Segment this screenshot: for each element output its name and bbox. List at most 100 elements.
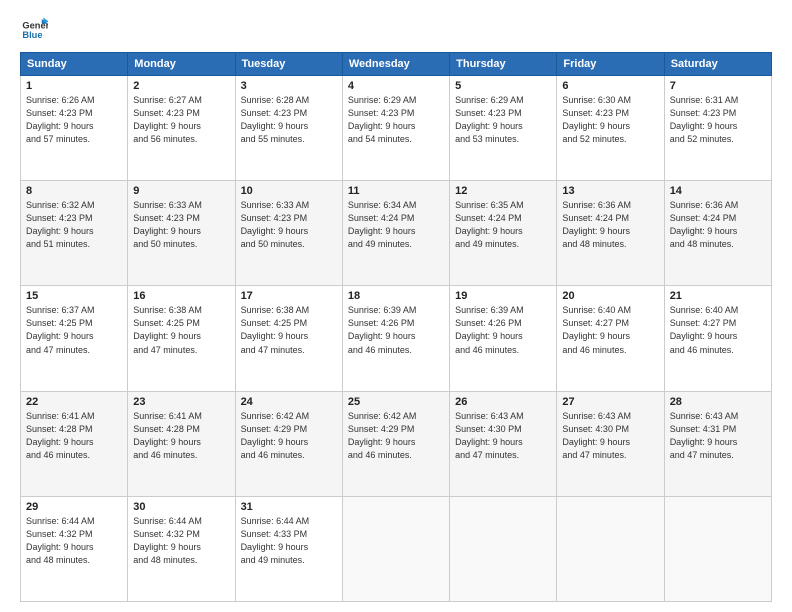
day-cell: 1 Sunrise: 6:26 AMSunset: 4:23 PMDayligh… [21,76,128,181]
day-number: 6 [562,80,658,92]
day-cell: 30 Sunrise: 6:44 AMSunset: 4:32 PMDaylig… [128,496,235,601]
day-number: 29 [26,501,122,513]
col-header-thursday: Thursday [450,53,557,76]
day-number: 20 [562,290,658,302]
day-cell: 25 Sunrise: 6:42 AMSunset: 4:29 PMDaylig… [342,391,449,496]
day-cell [664,496,771,601]
day-cell: 4 Sunrise: 6:29 AMSunset: 4:23 PMDayligh… [342,76,449,181]
day-info: Sunrise: 6:39 AMSunset: 4:26 PMDaylight:… [348,304,444,356]
day-number: 8 [26,185,122,197]
day-info: Sunrise: 6:42 AMSunset: 4:29 PMDaylight:… [348,410,444,462]
day-cell: 3 Sunrise: 6:28 AMSunset: 4:23 PMDayligh… [235,76,342,181]
day-info: Sunrise: 6:41 AMSunset: 4:28 PMDaylight:… [133,410,229,462]
day-info: Sunrise: 6:44 AMSunset: 4:32 PMDaylight:… [133,515,229,567]
day-info: Sunrise: 6:29 AMSunset: 4:23 PMDaylight:… [348,94,444,146]
day-info: Sunrise: 6:31 AMSunset: 4:23 PMDaylight:… [670,94,766,146]
day-info: Sunrise: 6:40 AMSunset: 4:27 PMDaylight:… [670,304,766,356]
day-cell: 27 Sunrise: 6:43 AMSunset: 4:30 PMDaylig… [557,391,664,496]
day-info: Sunrise: 6:32 AMSunset: 4:23 PMDaylight:… [26,199,122,251]
day-cell: 28 Sunrise: 6:43 AMSunset: 4:31 PMDaylig… [664,391,771,496]
day-cell [450,496,557,601]
day-cell: 15 Sunrise: 6:37 AMSunset: 4:25 PMDaylig… [21,286,128,391]
col-header-tuesday: Tuesday [235,53,342,76]
day-cell [342,496,449,601]
day-cell: 19 Sunrise: 6:39 AMSunset: 4:26 PMDaylig… [450,286,557,391]
day-number: 13 [562,185,658,197]
day-info: Sunrise: 6:29 AMSunset: 4:23 PMDaylight:… [455,94,551,146]
day-cell: 24 Sunrise: 6:42 AMSunset: 4:29 PMDaylig… [235,391,342,496]
day-cell: 12 Sunrise: 6:35 AMSunset: 4:24 PMDaylig… [450,181,557,286]
day-cell: 14 Sunrise: 6:36 AMSunset: 4:24 PMDaylig… [664,181,771,286]
day-cell: 8 Sunrise: 6:32 AMSunset: 4:23 PMDayligh… [21,181,128,286]
day-info: Sunrise: 6:41 AMSunset: 4:28 PMDaylight:… [26,410,122,462]
day-info: Sunrise: 6:33 AMSunset: 4:23 PMDaylight:… [133,199,229,251]
day-number: 26 [455,396,551,408]
day-number: 2 [133,80,229,92]
day-info: Sunrise: 6:33 AMSunset: 4:23 PMDaylight:… [241,199,337,251]
day-number: 21 [670,290,766,302]
day-info: Sunrise: 6:39 AMSunset: 4:26 PMDaylight:… [455,304,551,356]
day-number: 17 [241,290,337,302]
day-info: Sunrise: 6:36 AMSunset: 4:24 PMDaylight:… [670,199,766,251]
day-number: 7 [670,80,766,92]
day-cell: 6 Sunrise: 6:30 AMSunset: 4:23 PMDayligh… [557,76,664,181]
day-cell: 17 Sunrise: 6:38 AMSunset: 4:25 PMDaylig… [235,286,342,391]
day-number: 30 [133,501,229,513]
day-cell: 9 Sunrise: 6:33 AMSunset: 4:23 PMDayligh… [128,181,235,286]
day-number: 3 [241,80,337,92]
day-info: Sunrise: 6:27 AMSunset: 4:23 PMDaylight:… [133,94,229,146]
day-number: 27 [562,396,658,408]
col-header-wednesday: Wednesday [342,53,449,76]
day-info: Sunrise: 6:38 AMSunset: 4:25 PMDaylight:… [133,304,229,356]
day-number: 9 [133,185,229,197]
day-number: 1 [26,80,122,92]
day-number: 15 [26,290,122,302]
col-header-sunday: Sunday [21,53,128,76]
day-cell: 10 Sunrise: 6:33 AMSunset: 4:23 PMDaylig… [235,181,342,286]
day-info: Sunrise: 6:44 AMSunset: 4:32 PMDaylight:… [26,515,122,567]
col-header-saturday: Saturday [664,53,771,76]
col-header-monday: Monday [128,53,235,76]
logo: General Blue [20,16,52,44]
day-info: Sunrise: 6:42 AMSunset: 4:29 PMDaylight:… [241,410,337,462]
day-number: 4 [348,80,444,92]
day-info: Sunrise: 6:43 AMSunset: 4:30 PMDaylight:… [562,410,658,462]
day-cell: 11 Sunrise: 6:34 AMSunset: 4:24 PMDaylig… [342,181,449,286]
day-number: 18 [348,290,444,302]
day-cell: 5 Sunrise: 6:29 AMSunset: 4:23 PMDayligh… [450,76,557,181]
day-info: Sunrise: 6:38 AMSunset: 4:25 PMDaylight:… [241,304,337,356]
day-number: 24 [241,396,337,408]
day-info: Sunrise: 6:37 AMSunset: 4:25 PMDaylight:… [26,304,122,356]
day-info: Sunrise: 6:43 AMSunset: 4:30 PMDaylight:… [455,410,551,462]
day-cell: 23 Sunrise: 6:41 AMSunset: 4:28 PMDaylig… [128,391,235,496]
day-number: 5 [455,80,551,92]
day-number: 10 [241,185,337,197]
day-cell: 2 Sunrise: 6:27 AMSunset: 4:23 PMDayligh… [128,76,235,181]
page: General Blue SundayMondayTuesdayWednesda… [0,0,792,612]
day-cell: 29 Sunrise: 6:44 AMSunset: 4:32 PMDaylig… [21,496,128,601]
day-number: 23 [133,396,229,408]
day-number: 14 [670,185,766,197]
day-cell [557,496,664,601]
day-info: Sunrise: 6:30 AMSunset: 4:23 PMDaylight:… [562,94,658,146]
day-cell: 13 Sunrise: 6:36 AMSunset: 4:24 PMDaylig… [557,181,664,286]
week-row-3: 15 Sunrise: 6:37 AMSunset: 4:25 PMDaylig… [21,286,772,391]
day-info: Sunrise: 6:43 AMSunset: 4:31 PMDaylight:… [670,410,766,462]
day-cell: 21 Sunrise: 6:40 AMSunset: 4:27 PMDaylig… [664,286,771,391]
day-cell: 7 Sunrise: 6:31 AMSunset: 4:23 PMDayligh… [664,76,771,181]
day-info: Sunrise: 6:26 AMSunset: 4:23 PMDaylight:… [26,94,122,146]
day-cell: 22 Sunrise: 6:41 AMSunset: 4:28 PMDaylig… [21,391,128,496]
day-number: 11 [348,185,444,197]
day-cell: 31 Sunrise: 6:44 AMSunset: 4:33 PMDaylig… [235,496,342,601]
week-row-5: 29 Sunrise: 6:44 AMSunset: 4:32 PMDaylig… [21,496,772,601]
day-number: 31 [241,501,337,513]
day-cell: 16 Sunrise: 6:38 AMSunset: 4:25 PMDaylig… [128,286,235,391]
week-row-4: 22 Sunrise: 6:41 AMSunset: 4:28 PMDaylig… [21,391,772,496]
day-info: Sunrise: 6:34 AMSunset: 4:24 PMDaylight:… [348,199,444,251]
day-cell: 20 Sunrise: 6:40 AMSunset: 4:27 PMDaylig… [557,286,664,391]
day-number: 22 [26,396,122,408]
day-info: Sunrise: 6:35 AMSunset: 4:24 PMDaylight:… [455,199,551,251]
col-header-friday: Friday [557,53,664,76]
day-cell: 18 Sunrise: 6:39 AMSunset: 4:26 PMDaylig… [342,286,449,391]
svg-text:Blue: Blue [22,30,42,40]
